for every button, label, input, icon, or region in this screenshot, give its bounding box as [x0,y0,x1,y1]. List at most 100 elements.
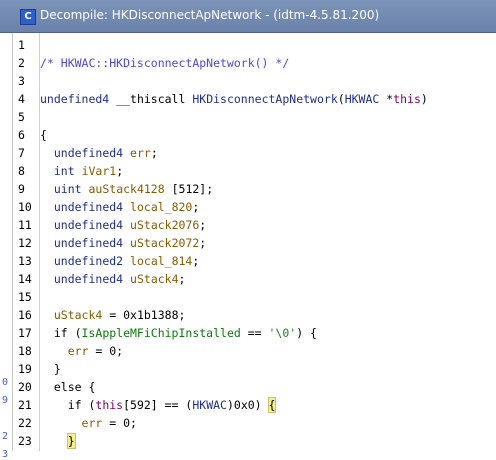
code-line[interactable]: 21 if (this[592] == (HKWAC)0x0) { [18,396,277,414]
window-titlebar[interactable]: C Decompile: HKDisconnectApNetwork - (id… [0,0,496,33]
code-line[interactable]: 13 undefined2 local_814; [18,252,200,270]
code-token: [512]; [164,182,214,196]
code-token: undefined4 [53,146,124,160]
code-token: err [67,344,89,358]
code-token: = 0x1b1388; [102,308,186,322]
decompile-icon: C [20,9,36,25]
code-token: ; [116,164,124,178]
strip-digit: 9 [2,395,9,406]
code-line[interactable]: 11 undefined4 uStack2076; [18,216,207,234]
code-token: ; [178,272,186,286]
code-token: = 0; [102,416,137,430]
line-number: 14 [18,272,32,286]
strip-digit: 2 [2,431,9,442]
code-line[interactable]: 20 else { [18,378,95,396]
code-line[interactable]: 9 uint auStack4128 [512]; [18,180,214,198]
code-token: ; [199,236,207,250]
code-token: == [240,326,269,340]
code-line[interactable]: 6{ [18,126,47,144]
code-token: this [95,398,124,412]
line-number: 7 [18,146,25,160]
code-token: undefined4 [53,200,124,214]
code-line[interactable]: 23 } [18,432,76,450]
code-token: '\0' [268,326,297,340]
line-number: 19 [18,362,32,376]
code-token: } [66,433,76,449]
code-token: undefined4 [53,272,124,286]
line-number: 17 [18,326,32,340]
code-token: [592] == ( [123,398,193,412]
code-line[interactable]: 4 undefined4 __thiscall HKDisconnectApNet… [18,90,428,108]
code-token: iVar1 [81,164,117,178]
code-token: ) { [296,326,317,340]
line-number: 5 [18,110,25,124]
line-number: 10 [18,200,32,214]
line-number: 4 [18,92,25,106]
code-line[interactable]: 16 uStack4 = 0x1b1388; [18,306,186,324]
code-line[interactable]: 7 undefined4 err; [18,144,158,162]
code-line[interactable]: 22 err = 0; [18,414,137,432]
window-title: Decompile: HKDisconnectApNetwork - (idtm… [40,8,380,22]
code-token: IsAppleMFiChipInstalled [81,326,241,340]
code-line[interactable]: 14 undefined4 uStack4; [18,270,186,288]
code-token: ) [420,92,428,106]
code-token: uStack4 [53,308,103,322]
code-token: uint [53,182,82,196]
code-token: { [40,128,47,142]
code-token: } [40,362,61,376]
code-token: undefined4 [53,218,124,232]
line-number: 13 [18,254,32,268]
code-token: if ( [40,398,96,412]
code-line[interactable]: 12 undefined4 uStack2072; [18,234,207,252]
decompiler-code-area[interactable]: 1 2 /* HKWAC::HKDisconnectApNetwork() */34… [18,33,496,451]
code-token: * [379,92,394,106]
code-token: int [53,164,75,178]
code-token: __thiscall [109,92,193,106]
line-number: 16 [18,308,32,322]
code-token: ; [199,218,207,232]
left-panel-strip: 0 9 2 3 [0,33,13,460]
code-line[interactable]: 8 int iVar1; [18,162,124,180]
code-token: ( [337,92,345,106]
code-token: undefined4 [53,236,124,250]
line-number: 9 [18,182,25,196]
line-number: 12 [18,236,32,250]
code-token: ; [192,254,200,268]
code-line[interactable]: 18 err = 0; [18,342,124,360]
code-token: undefined2 [53,254,124,268]
line-number: 8 [18,164,25,178]
strip-digit: 0 [2,377,9,388]
code-line[interactable]: 2 /* HKWAC::HKDisconnectApNetwork() */ [18,54,290,72]
line-number: 3 [18,74,25,88]
code-line[interactable]: 10 undefined4 local_820; [18,198,199,216]
code-token: = 0; [88,344,124,358]
code-token: HKWAC [344,92,380,106]
line-number: 20 [18,380,32,394]
line-number: 11 [18,218,32,232]
code-token: /* HKWAC::HKDisconnectApNetwork() */ [40,56,290,70]
code-line[interactable]: 17 if (IsAppleMFiChipInstalled == '\0') … [18,324,317,342]
code-line[interactable]: 19 } [18,360,61,378]
code-token: HKDisconnectApNetwork [192,92,338,106]
line-number: 22 [18,416,32,430]
code-token: )0x0) [226,398,269,412]
code-token: auStack4128 [88,182,165,196]
